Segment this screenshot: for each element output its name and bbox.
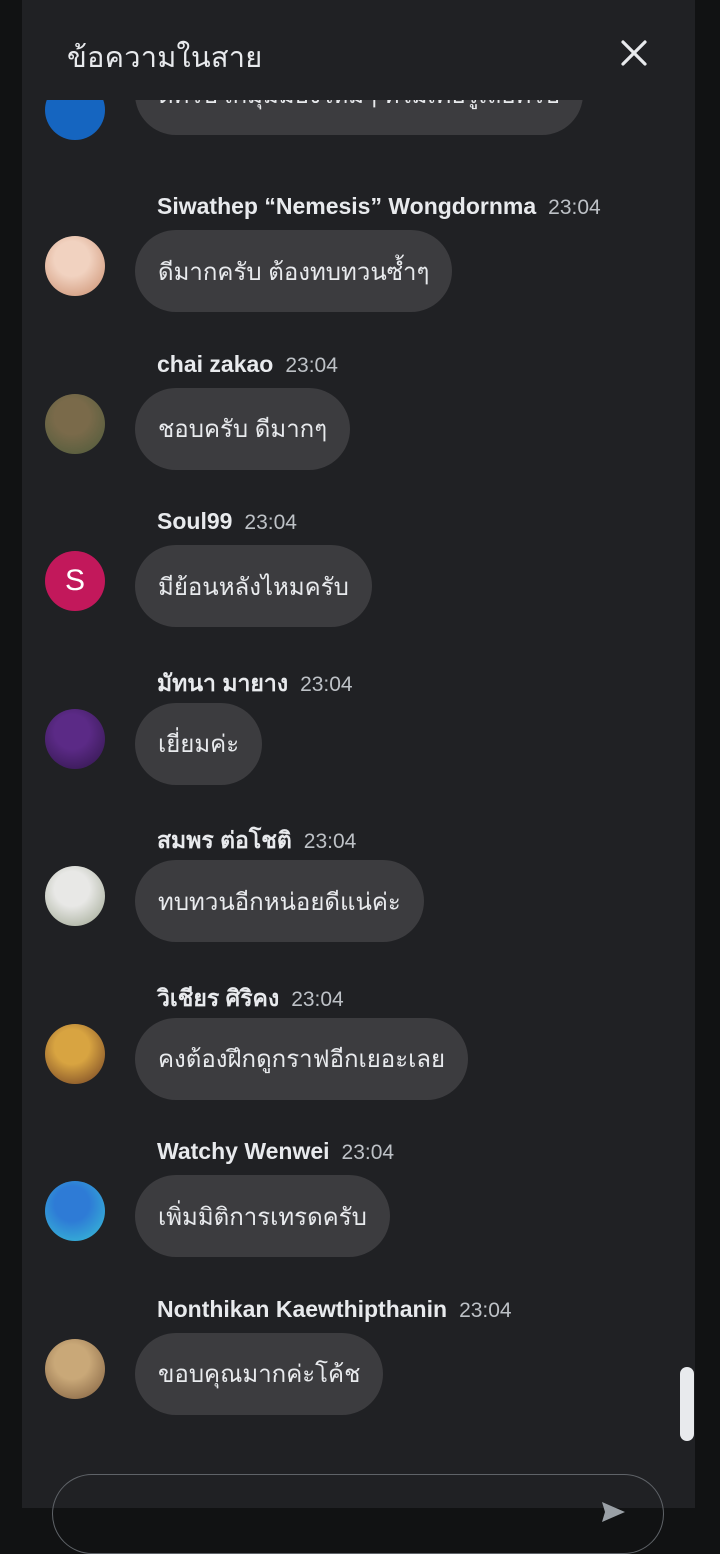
avatar-letter: S — [64, 564, 85, 597]
message-meta: Watchy Wenwei 23:04 — [157, 1138, 394, 1165]
message-bubble: ขอบคุณมากค่ะโค้ช — [135, 1332, 384, 1415]
panel-title: ข้อความในสาย — [67, 42, 263, 74]
message-time: 23:04 — [303, 830, 357, 853]
avatar[interactable] — [45, 236, 105, 296]
message-list[interactable]: ดีครับ เกมุมมองใหม่ๆ ที่ไม่เคยรู้เลยครับ… — [22, 100, 695, 1470]
message-bubble: มีย้อนหลังไหมครับ — [135, 545, 372, 627]
message-meta: สมพร ต่อโชติ 23:04 — [157, 823, 356, 859]
message-time: 23:04 — [300, 672, 353, 696]
sender-name: Siwathep “Nemesis” Wongdornma — [157, 193, 537, 219]
message-time: 23:04 — [285, 353, 338, 377]
sender-name: วิเชียร ศิริคง — [157, 984, 280, 1011]
message-meta: Soul99 23:04 — [157, 508, 297, 535]
message-time: 23:04 — [291, 987, 344, 1011]
message-text: ขอบคุณมากค่ะโค้ช — [158, 1361, 361, 1388]
sender-name: มัทนา มายาง — [157, 669, 289, 696]
panel-header: ข้อความในสาย — [22, 0, 695, 100]
message-time: 23:04 — [341, 1141, 395, 1164]
message-text: คงต้องฝึกดูกราฟอีกเยอะเลย — [158, 1046, 446, 1073]
avatar[interactable] — [45, 1181, 105, 1241]
avatar[interactable] — [45, 708, 105, 769]
send-icon[interactable] — [598, 1497, 628, 1527]
close-button[interactable] — [614, 33, 654, 73]
message-bubble: ทบทวนอีกหน่อยดีแน่ค่ะ — [135, 860, 424, 942]
message-text: ดีครับ เกมุมมองใหม่ๆ ที่ไม่เคยรู้เลยครับ — [158, 100, 560, 114]
sender-name: chai zakao — [157, 350, 274, 377]
message-bubble: ดีครับ เกมุมมองใหม่ๆ ที่ไม่เคยรู้เลยครับ — [135, 100, 583, 135]
message-text: ทบทวนอีกหน่อยดีแน่ค่ะ — [158, 888, 401, 916]
sender-name: Soul99 — [157, 508, 233, 534]
message-input[interactable] — [52, 1474, 664, 1554]
message-bubble: ดีมากครับ ต้องทบทวนซ้ำๆ — [135, 230, 453, 312]
message-meta: chai zakao 23:04 — [157, 351, 338, 378]
message-meta: Siwathep “Nemesis” Wongdornma 23:04 — [157, 193, 601, 220]
message-meta: มัทนา มายาง 23:04 — [157, 666, 353, 702]
message-bubble: เยี่ยมค่ะ — [135, 702, 263, 785]
message-text: ดีมากครับ ต้องทบทวนซ้ำๆ — [158, 258, 430, 286]
message-text: ชอบครับ ดีมากๆ — [158, 416, 328, 443]
message-time: 23:04 — [244, 511, 297, 534]
message-time: 23:04 — [459, 1298, 512, 1322]
scrollbar-thumb[interactable] — [680, 1367, 694, 1441]
message-text: มีย้อนหลังไหมครับ — [158, 573, 349, 601]
avatar[interactable] — [45, 393, 105, 454]
avatar[interactable] — [45, 1023, 105, 1084]
message-time: 23:04 — [548, 196, 601, 219]
avatar[interactable] — [45, 1338, 105, 1399]
sender-name: สมพร ต่อโชติ — [157, 827, 292, 853]
message-meta: Nonthikan Kaewthipthanin 23:04 — [157, 1296, 512, 1323]
message-bubble: คงต้องฝึกดูกราฟอีกเยอะเลย — [135, 1017, 469, 1100]
avatar[interactable] — [45, 866, 105, 926]
avatar[interactable] — [45, 100, 105, 140]
close-icon — [621, 40, 647, 66]
avatar[interactable]: S — [45, 551, 105, 611]
message-bubble: ชอบครับ ดีมากๆ — [135, 387, 351, 470]
sender-name: Watchy Wenwei — [157, 1138, 330, 1164]
message-bubble: เพิ่มมิติการเทรดครับ — [135, 1175, 390, 1257]
sender-name: Nonthikan Kaewthipthanin — [157, 1295, 448, 1322]
message-meta: วิเชียร ศิริคง 23:04 — [157, 981, 344, 1017]
message-text: เยี่ยมค่ะ — [158, 731, 240, 758]
message-text: เพิ่มมิติการเทรดครับ — [158, 1203, 367, 1231]
